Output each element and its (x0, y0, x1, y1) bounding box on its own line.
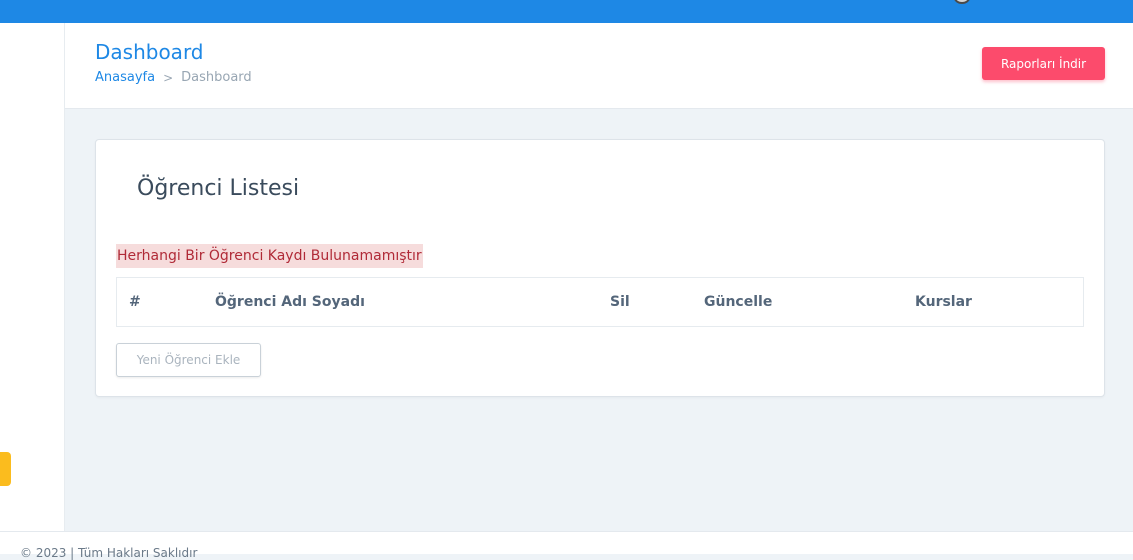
chevron-right-icon: > (163, 70, 174, 85)
download-reports-button[interactable]: Raporları İndir (982, 47, 1105, 80)
breadcrumb: Anasayfa > Dashboard (95, 70, 252, 85)
no-records-alert: Herhangi Bir Öğrenci Kaydı Bulunamamıştı… (116, 244, 423, 268)
page-title: Dashboard (95, 40, 204, 64)
user-avatar[interactable] (954, 0, 970, 4)
column-header-courses: Kurslar (915, 294, 972, 310)
footer-copyright: © 2023 | Tüm Hakları Saklıdır (20, 546, 198, 560)
page-header: Dashboard Anasayfa > Dashboard Raporları… (65, 23, 1133, 109)
column-header-index: # (129, 294, 141, 310)
card-title: Öğrenci Listesi (137, 176, 300, 201)
add-student-button[interactable]: Yeni Öğrenci Ekle (116, 343, 261, 377)
sidebar-toggle-tab[interactable] (0, 452, 11, 486)
student-list-card: Öğrenci Listesi Herhangi Bir Öğrenci Kay… (95, 139, 1105, 397)
footer: © 2023 | Tüm Hakları Saklıdır (0, 531, 1133, 560)
column-header-name: Öğrenci Adı Soyadı (215, 294, 365, 310)
top-navbar (0, 0, 1133, 23)
sidebar (0, 23, 65, 531)
student-table: # Öğrenci Adı Soyadı Sil Güncelle Kursla… (116, 277, 1084, 327)
column-header-update: Güncelle (704, 294, 773, 310)
column-header-delete: Sil (610, 294, 630, 310)
breadcrumb-home-link[interactable]: Anasayfa (95, 70, 155, 85)
breadcrumb-current: Dashboard (181, 70, 252, 85)
